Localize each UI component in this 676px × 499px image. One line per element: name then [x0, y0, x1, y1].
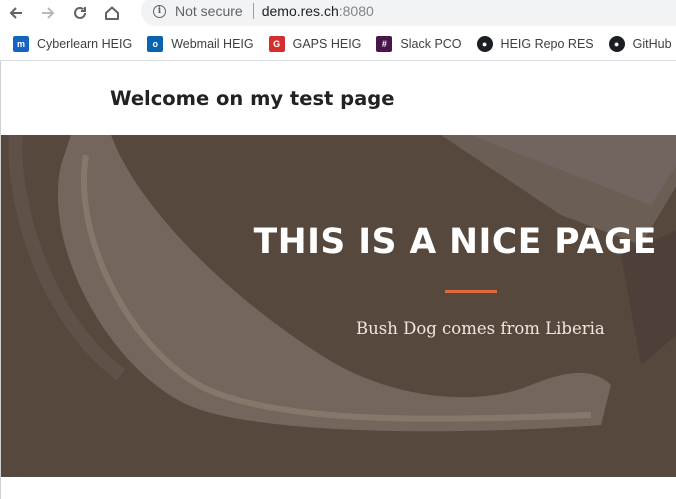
hero-background-image	[1, 135, 676, 477]
bookmark-cyberlearn[interactable]: m Cyberlearn HEIG	[13, 36, 132, 52]
arrow-left-icon	[9, 7, 22, 19]
forward-button[interactable]	[32, 0, 64, 26]
outlook-icon: o	[147, 36, 164, 52]
bookmark-label: Slack PCO	[400, 37, 462, 51]
browser-toolbar: i Not secure demo.res.ch:8080	[0, 0, 676, 26]
bookmark-label: HEIG Repo RES	[500, 37, 594, 51]
arrow-right-icon	[42, 7, 55, 19]
back-button[interactable]	[0, 0, 32, 26]
url-port: :8080	[338, 3, 374, 19]
bookmarks-bar: m Cyberlearn HEIG o Webmail HEIG G GAPS …	[0, 30, 676, 58]
slack-icon: #	[376, 36, 393, 52]
bookmark-github[interactable]: ● GitHub	[608, 36, 672, 52]
home-icon	[105, 6, 119, 20]
home-button[interactable]	[96, 0, 128, 26]
github-icon: ●	[476, 36, 493, 52]
bookmark-heig-repo[interactable]: ● HEIG Repo RES	[476, 36, 594, 52]
cyberlearn-icon: m	[13, 36, 29, 52]
reload-button[interactable]	[64, 0, 96, 26]
bookmark-label: GitHub	[632, 37, 672, 51]
github-icon: ●	[608, 36, 625, 52]
reload-icon	[74, 6, 86, 19]
hero-section: THIS IS A NICE PAGE Bush Dog comes from …	[1, 135, 676, 477]
bookmark-label: Webmail HEIG	[171, 37, 254, 51]
url-host: demo.res.ch	[261, 3, 339, 19]
gaps-icon: G	[268, 36, 285, 52]
omnibox-divider	[252, 3, 254, 19]
hero-subtitle: Bush Dog comes from Liberia	[356, 319, 605, 338]
site-navbar: Welcome on my test page	[1, 61, 676, 135]
address-bar[interactable]: i Not secure demo.res.ch:8080	[141, 0, 676, 26]
bookmark-label: GAPS HEIG	[292, 37, 362, 51]
info-icon[interactable]: i	[153, 4, 166, 18]
site-brand[interactable]: Welcome on my test page	[110, 87, 394, 110]
web-page: Welcome on my test page THIS IS A NICE P…	[0, 61, 676, 499]
url-text[interactable]: demo.res.ch:8080	[262, 3, 374, 19]
hero-divider	[445, 290, 497, 293]
bookmark-webmail[interactable]: o Webmail HEIG	[147, 36, 254, 52]
hero-title: THIS IS A NICE PAGE	[253, 222, 657, 262]
bookmark-slack[interactable]: # Slack PCO	[376, 36, 462, 52]
bookmark-gaps[interactable]: G GAPS HEIG	[268, 36, 362, 52]
security-label: Not secure	[175, 3, 243, 19]
bookmark-label: Cyberlearn HEIG	[37, 37, 133, 51]
